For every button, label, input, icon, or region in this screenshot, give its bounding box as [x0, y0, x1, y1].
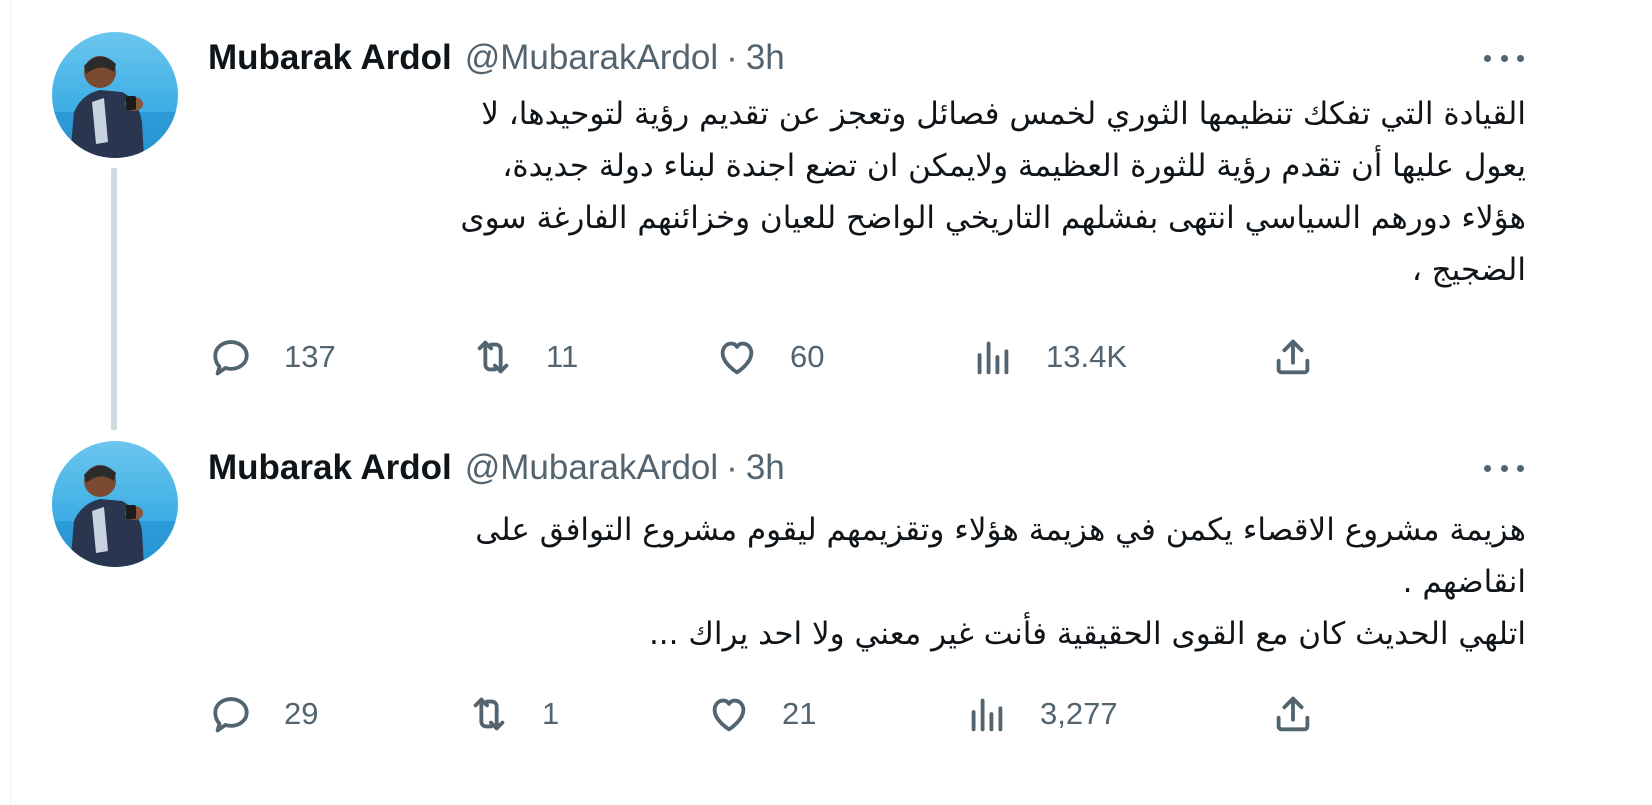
tweet-time[interactable]: 3h	[746, 38, 785, 78]
tweet-text: هزيمة مشروع الاقصاء يكمن في هزيمة هؤلاء …	[475, 512, 1526, 652]
views-button[interactable]: 3,277	[964, 689, 1118, 739]
reply-count: 137	[284, 339, 336, 374]
heart-icon	[720, 341, 754, 375]
views-count: 3,277	[1040, 696, 1118, 731]
views-icon	[977, 341, 1009, 375]
author-handle[interactable]: @MubarakArdol	[465, 38, 718, 78]
separator-dot: ·	[726, 38, 738, 77]
more-options-icon[interactable]	[1482, 43, 1526, 73]
tweet-header: Mubarak Ardol @MubarakArdol · 3h	[208, 36, 785, 80]
retweet-icon	[473, 697, 505, 731]
share-icon	[1276, 696, 1310, 732]
like-button[interactable]: 21	[706, 689, 816, 739]
reply-count: 29	[284, 696, 319, 731]
heart-icon	[712, 698, 746, 732]
more-options-icon[interactable]	[1482, 453, 1526, 483]
like-count: 60	[790, 339, 825, 374]
tweet-actions: 137 11 60 13.4K	[0, 332, 1652, 382]
like-count: 21	[782, 696, 817, 731]
retweet-count: 1	[542, 696, 560, 731]
share-icon	[1276, 339, 1310, 375]
retweet-button[interactable]: 11	[470, 332, 578, 382]
author-handle[interactable]: @MubarakArdol	[465, 448, 718, 488]
timeline-border	[10, 0, 11, 805]
thread-line	[111, 168, 117, 430]
avatar[interactable]	[52, 441, 178, 567]
views-button[interactable]: 13.4K	[970, 332, 1127, 382]
tweet-header: Mubarak Ardol @MubarakArdol · 3h	[208, 446, 785, 490]
retweet-count: 11	[546, 339, 579, 374]
reply-icon	[213, 697, 249, 733]
retweet-icon	[477, 340, 509, 374]
share-button[interactable]	[1270, 689, 1316, 739]
author-name[interactable]: Mubarak Ardol	[208, 448, 452, 488]
tweet-text: القيادة التي تفكك تنظيمها الثوري لخمس فص…	[460, 96, 1526, 288]
avatar[interactable]	[52, 32, 178, 158]
share-button[interactable]	[1270, 332, 1316, 382]
author-name[interactable]: Mubarak Ardol	[208, 38, 452, 78]
reply-icon	[213, 340, 249, 376]
like-button[interactable]: 60	[714, 332, 824, 382]
tweet-time[interactable]: 3h	[746, 448, 785, 488]
views-icon	[971, 698, 1003, 732]
retweet-button[interactable]: 1	[466, 689, 559, 739]
views-count: 13.4K	[1046, 339, 1128, 374]
reply-button[interactable]: 29	[208, 689, 318, 739]
reply-button[interactable]: 137	[208, 332, 336, 382]
separator-dot: ·	[726, 448, 738, 487]
tweet-actions: 29 1 21 3,277	[0, 689, 1652, 739]
